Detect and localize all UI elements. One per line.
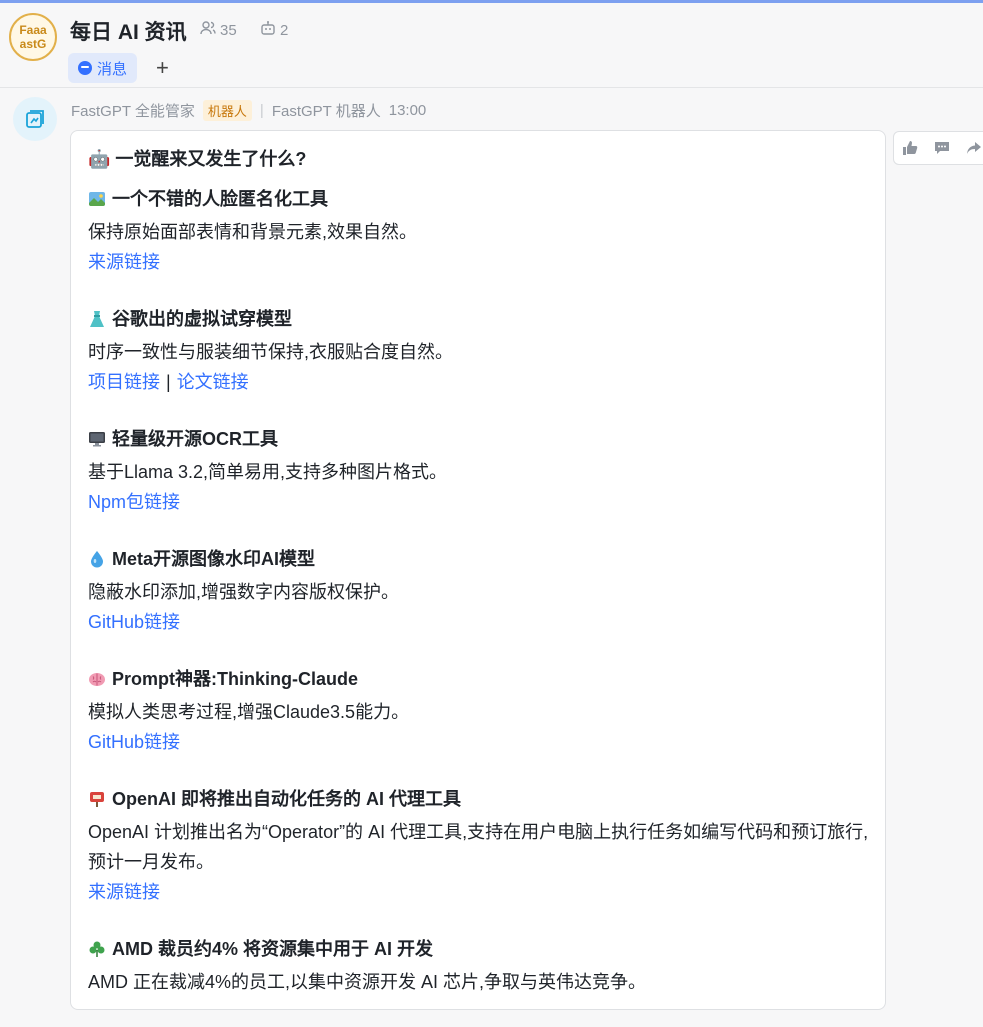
news-item: AMD 裁员约4% 将资源集中用于 AI 开发 AMD 正在裁减4%的员工,以集… — [88, 937, 878, 997]
news-item-title-row: 谷歌出的虚拟试穿模型 — [88, 307, 878, 331]
news-item: 轻量级开源OCR工具 基于Llama 3.2,简单易用,支持多种图片格式。 Np… — [88, 427, 878, 517]
sender-name[interactable]: FastGPT 全能管家 — [71, 100, 195, 121]
droplet-icon — [91, 551, 103, 568]
news-item-title-row: AMD 裁员约4% 将资源集中用于 AI 开发 — [88, 937, 878, 961]
news-item-title: 谷歌出的虚拟试穿模型 — [112, 309, 292, 329]
news-item: Prompt神器:Thinking-Claude 模拟人类思考过程,增强Clau… — [88, 667, 878, 757]
add-tab-button[interactable]: + — [156, 55, 169, 81]
news-item-title-row: Prompt神器:Thinking-Claude — [88, 667, 878, 691]
message-actions — [893, 131, 983, 165]
monitor-icon — [89, 432, 105, 447]
robot-icon — [260, 20, 276, 40]
bot-tag: 机器人 — [202, 100, 252, 121]
news-item: Meta开源图像水印AI模型 隐蔽水印添加,增强数字内容版权保护。 GitHub… — [88, 547, 878, 637]
bot-count-value: 2 — [280, 21, 289, 39]
source-link[interactable]: 来源链接 — [88, 252, 160, 272]
group-title[interactable]: 每日 AI 资讯 — [70, 16, 187, 46]
news-item-desc: 隐蔽水印添加,增强数字内容版权保护。 — [88, 582, 399, 602]
group-avatar[interactable]: Faaa astG — [9, 13, 57, 61]
news-item-desc: 模拟人类思考过程,增强Claude3.5能力。 — [88, 702, 410, 722]
bot-logo-icon — [26, 110, 44, 128]
news-item: OpenAI 即将推出自动化任务的 AI 代理工具 OpenAI 计划推出名为“… — [88, 787, 878, 907]
news-item: 一个不错的人脸匿名化工具 保持原始面部表情和背景元素,效果自然。 来源链接 — [88, 187, 878, 277]
message-card: 🤖 一觉醒来又发生了什么? 一个不错的人脸匿名化工具 保持原始面部表情和背景元素… — [70, 130, 886, 1010]
message-time: 13:00 — [388, 102, 427, 119]
members-icon — [200, 20, 216, 40]
bot-count[interactable]: 2 — [260, 20, 288, 40]
picture-icon — [89, 192, 105, 206]
news-item-title: 轻量级开源OCR工具 — [112, 429, 278, 449]
news-item: 谷歌出的虚拟试穿模型 时序一致性与服装细节保持,衣服贴合度自然。 项目链接 | 论文… — [88, 307, 878, 397]
tab-messages[interactable]: 消息 — [68, 53, 138, 83]
mailbox-icon — [90, 792, 104, 807]
npm-link[interactable]: Npm包链接 — [88, 492, 180, 512]
news-item-desc: 时序一致性与服装细节保持,衣服贴合度自然。 — [88, 342, 453, 362]
news-item-title: Meta开源图像水印AI模型 — [112, 549, 316, 569]
news-item-links: 来源链接 — [88, 877, 878, 907]
news-item-title-row: Meta开源图像水印AI模型 — [88, 547, 878, 571]
message-sender-row: FastGPT 全能管家 机器人 | FastGPT 机器人 13:00 — [71, 100, 426, 121]
paper-link[interactable]: 论文链接 — [177, 372, 249, 392]
message-icon — [78, 61, 92, 75]
message-content: 🤖 一觉醒来又发生了什么? 一个不错的人脸匿名化工具 保持原始面部表情和背景元素… — [88, 147, 878, 1027]
github-link[interactable]: GitHub链接 — [88, 612, 180, 632]
news-item-links: Npm包链接 — [88, 487, 878, 517]
sender-separator: | — [259, 102, 264, 119]
news-item-title: OpenAI 即将推出自动化任务的 AI 代理工具 — [112, 789, 462, 809]
member-count[interactable]: 35 — [200, 20, 237, 40]
project-link[interactable]: 项目链接 — [88, 372, 160, 392]
news-item-desc: OpenAI 计划推出名为“Operator”的 AI 代理工具,支持在用户电脑… — [88, 822, 869, 872]
member-count-value: 35 — [220, 21, 237, 39]
news-item-title: AMD 裁员约4% 将资源集中用于 AI 开发 — [112, 939, 434, 959]
source-link[interactable]: 来源链接 — [88, 882, 160, 902]
news-item-links: 项目链接 | 论文链接 — [88, 367, 878, 397]
news-item-title: 一个不错的人脸匿名化工具 — [112, 189, 328, 209]
message-headline: 🤖 一觉醒来又发生了什么? — [88, 149, 307, 169]
tab-messages-label: 消息 — [97, 60, 128, 78]
comment-icon[interactable] — [926, 132, 958, 164]
news-item-desc: AMD 正在裁减4%的员工,以集中资源开发 AI 芯片,争取与英伟达竞争。 — [88, 972, 647, 992]
news-item-title-row: 轻量级开源OCR工具 — [88, 427, 878, 451]
news-item-desc: 基于Llama 3.2,简单易用,支持多种图片格式。 — [88, 462, 448, 482]
dress-icon — [90, 311, 104, 327]
thumbs-up-icon[interactable] — [894, 132, 926, 164]
github-link[interactable]: GitHub链接 — [88, 732, 180, 752]
forward-icon[interactable] — [958, 132, 983, 164]
brain-icon — [89, 673, 105, 686]
news-item-links: 来源链接 — [88, 247, 878, 277]
chat-header: Faaa astG 每日 AI 资讯 35 2 消息 + — [0, 3, 983, 88]
news-item-desc: 保持原始面部表情和背景元素,效果自然。 — [88, 222, 417, 242]
bot-avatar[interactable] — [13, 97, 57, 141]
news-item-title-row: 一个不错的人脸匿名化工具 — [88, 187, 878, 211]
avatar-text-line-1: Faaa — [19, 23, 47, 37]
shamrock-icon — [89, 941, 105, 957]
avatar-text-line-2: astG — [19, 37, 47, 51]
news-item-links: GitHub链接 — [88, 727, 878, 757]
news-item-title-row: OpenAI 即将推出自动化任务的 AI 代理工具 — [88, 787, 878, 811]
bot-name: FastGPT 机器人 — [271, 103, 381, 120]
news-item-title: Prompt神器:Thinking-Claude — [112, 669, 358, 689]
link-separator: | — [166, 372, 171, 392]
news-item-links: GitHub链接 — [88, 607, 878, 637]
